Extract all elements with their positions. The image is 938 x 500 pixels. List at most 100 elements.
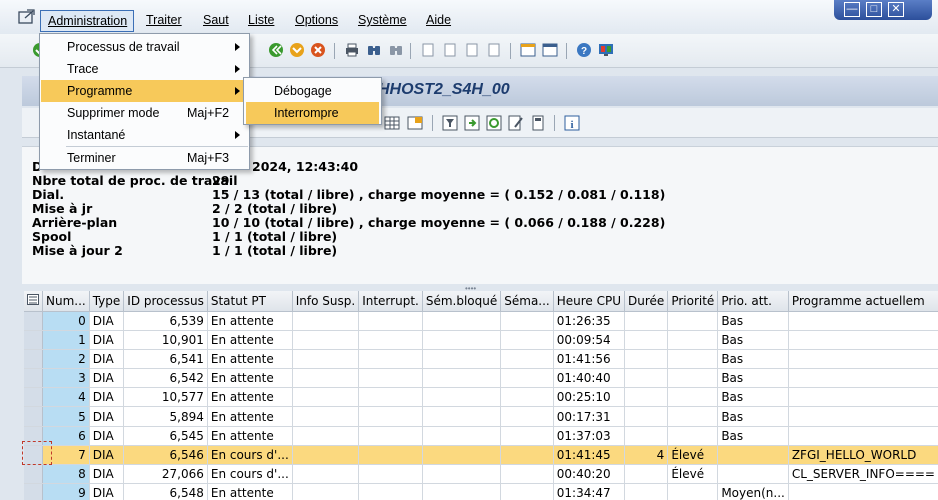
menu-item-processus-de-travail[interactable]: Processus de travail xyxy=(41,36,248,58)
cell-cpu: 01:41:45 xyxy=(553,445,626,466)
cell-status: En cours d'... xyxy=(207,445,293,466)
menu-item-trace[interactable]: Trace xyxy=(41,58,248,80)
row-selector[interactable] xyxy=(24,387,43,408)
cell-duree xyxy=(624,406,669,427)
menu-item-debogage[interactable]: Débogage xyxy=(246,80,379,102)
customize-layout-icon[interactable] xyxy=(598,42,614,58)
menu-traiter[interactable]: Traiter xyxy=(146,10,182,30)
column-header-pid[interactable]: ID processus xyxy=(123,291,208,312)
cell-sem-bloque xyxy=(422,483,502,500)
column-header-programme[interactable]: Programme actuellem xyxy=(788,291,938,312)
maximize-icon[interactable]: □ xyxy=(866,2,882,17)
column-header-sem-bloque[interactable]: Sém.bloqué xyxy=(422,291,502,312)
row-selector[interactable] xyxy=(24,311,43,331)
cell-duree xyxy=(624,330,669,350)
cell-type: DIA xyxy=(89,387,125,408)
cell-priorite xyxy=(667,483,719,500)
cell-prio-att: Bas xyxy=(717,387,789,408)
menu-item-programme[interactable]: Programme xyxy=(41,80,248,102)
column-header-info[interactable]: Info Susp. xyxy=(292,291,360,312)
cell-interrupt xyxy=(358,483,423,500)
row-selector[interactable] xyxy=(24,330,43,350)
cell-status: En attente xyxy=(207,387,293,408)
splitter-handle[interactable]: •••• xyxy=(465,284,485,293)
cell-cpu: 00:17:31 xyxy=(553,406,626,427)
menu-item-instantane[interactable]: Instantané xyxy=(41,124,248,146)
cell-programme xyxy=(788,483,938,500)
menu-options[interactable]: Options xyxy=(295,10,338,30)
table-row[interactable]: 7 DIA 6,546 En cours d'... 01:41:45 4 Élevé ZFG… xyxy=(24,445,938,466)
menu-item-interrompre[interactable]: Interrompre xyxy=(246,102,379,124)
cell-info xyxy=(292,387,360,408)
cancel-icon[interactable] xyxy=(310,42,326,58)
menu-item-terminer[interactable]: Terminer Maj+F3 xyxy=(41,147,248,169)
row-selector[interactable] xyxy=(24,464,43,485)
table-row[interactable]: 3 DIA 6,542 En attente 01:40:40 Bas xyxy=(24,368,938,389)
table-row[interactable]: 6 DIA 6,545 En attente 01:37:03 Bas xyxy=(24,426,938,446)
column-header-interrupt[interactable]: Interrupt. xyxy=(358,291,423,312)
next-page-icon[interactable] xyxy=(464,42,480,58)
help-icon[interactable]: ? xyxy=(576,42,592,58)
column-header-type[interactable]: Type xyxy=(89,291,125,312)
table-row[interactable]: 4 DIA 10,577 En attente 00:25:10 Bas xyxy=(24,387,938,408)
cell-sem-bloque xyxy=(422,426,502,446)
cell-cpu: 00:09:54 xyxy=(553,330,626,350)
menu-aide[interactable]: Aide xyxy=(426,10,451,30)
row-selector[interactable] xyxy=(24,483,43,500)
cell-interrupt xyxy=(358,406,423,427)
column-header-prio-att[interactable]: Prio. att. xyxy=(717,291,789,312)
table-row[interactable]: 0 DIA 6,539 En attente 01:26:35 Bas xyxy=(24,311,938,331)
cell-info xyxy=(292,368,360,389)
column-header-status[interactable]: Statut PT xyxy=(207,291,293,312)
previous-page-icon[interactable] xyxy=(442,42,458,58)
cell-info xyxy=(292,311,360,331)
refresh-icon[interactable] xyxy=(486,115,502,131)
column-header-sema[interactable]: Séma... xyxy=(500,291,554,312)
export-icon[interactable] xyxy=(464,115,480,131)
layout-icon[interactable] xyxy=(407,115,423,131)
close-icon[interactable]: ✕ xyxy=(888,2,904,17)
row-selector[interactable] xyxy=(24,368,43,389)
row-selector[interactable] xyxy=(24,406,43,427)
table-row[interactable]: 8 DIA 27,066 En cours d'... 00:40:20 Élevé CL_… xyxy=(24,464,938,485)
find-icon[interactable] xyxy=(366,42,382,58)
menu-systeme[interactable]: Système xyxy=(358,10,407,30)
table-row[interactable]: 5 DIA 5,894 En attente 00:17:31 Bas xyxy=(24,406,938,427)
cell-prio-att: Moyen(n... xyxy=(717,483,789,500)
print-icon[interactable] xyxy=(344,42,360,58)
info-icon[interactable]: i xyxy=(564,115,580,131)
select-all-icon[interactable] xyxy=(24,291,43,312)
calculator-icon[interactable] xyxy=(530,115,546,131)
first-page-icon[interactable] xyxy=(420,42,436,58)
row-selector[interactable] xyxy=(24,349,43,370)
app-menu-icon[interactable] xyxy=(18,9,36,25)
grid-icon[interactable] xyxy=(384,115,400,131)
column-header-priorite[interactable]: Priorité xyxy=(667,291,719,312)
menu-administration[interactable]: Administration xyxy=(40,10,134,32)
create-session-icon[interactable] xyxy=(520,42,536,58)
cell-priorite: Élevé xyxy=(667,445,719,466)
back-icon[interactable] xyxy=(268,42,284,58)
column-header-num[interactable]: Num... xyxy=(42,291,90,312)
menu-liste[interactable]: Liste xyxy=(248,10,274,30)
menu-item-supprimer-mode[interactable]: Supprimer mode Maj+F2 xyxy=(41,102,248,124)
cell-prio-att: Bas xyxy=(717,311,789,331)
exit-icon[interactable] xyxy=(289,42,305,58)
cell-duree: 4 xyxy=(624,445,669,466)
find-next-icon[interactable] xyxy=(388,42,404,58)
cell-prio-att xyxy=(717,464,789,485)
table-row[interactable]: 2 DIA 6,541 En attente 01:41:56 Bas xyxy=(24,349,938,370)
shortcut-icon[interactable] xyxy=(542,42,558,58)
column-header-duree[interactable]: Durée xyxy=(624,291,669,312)
menu-saut[interactable]: Saut xyxy=(203,10,229,30)
cell-type: DIA xyxy=(89,349,125,370)
column-header-cpu[interactable]: Heure CPU xyxy=(553,291,626,312)
edit-icon[interactable] xyxy=(508,115,524,131)
cell-sema xyxy=(500,426,554,446)
last-page-icon[interactable] xyxy=(486,42,502,58)
table-row[interactable]: 1 DIA 10,901 En attente 00:09:54 Bas xyxy=(24,330,938,350)
filter-icon[interactable] xyxy=(442,115,458,131)
table-row[interactable]: 9 DIA 6,548 En attente 01:34:47 Moyen(n... xyxy=(24,483,938,500)
minimize-icon[interactable]: — xyxy=(844,2,860,17)
cell-interrupt xyxy=(358,330,423,350)
